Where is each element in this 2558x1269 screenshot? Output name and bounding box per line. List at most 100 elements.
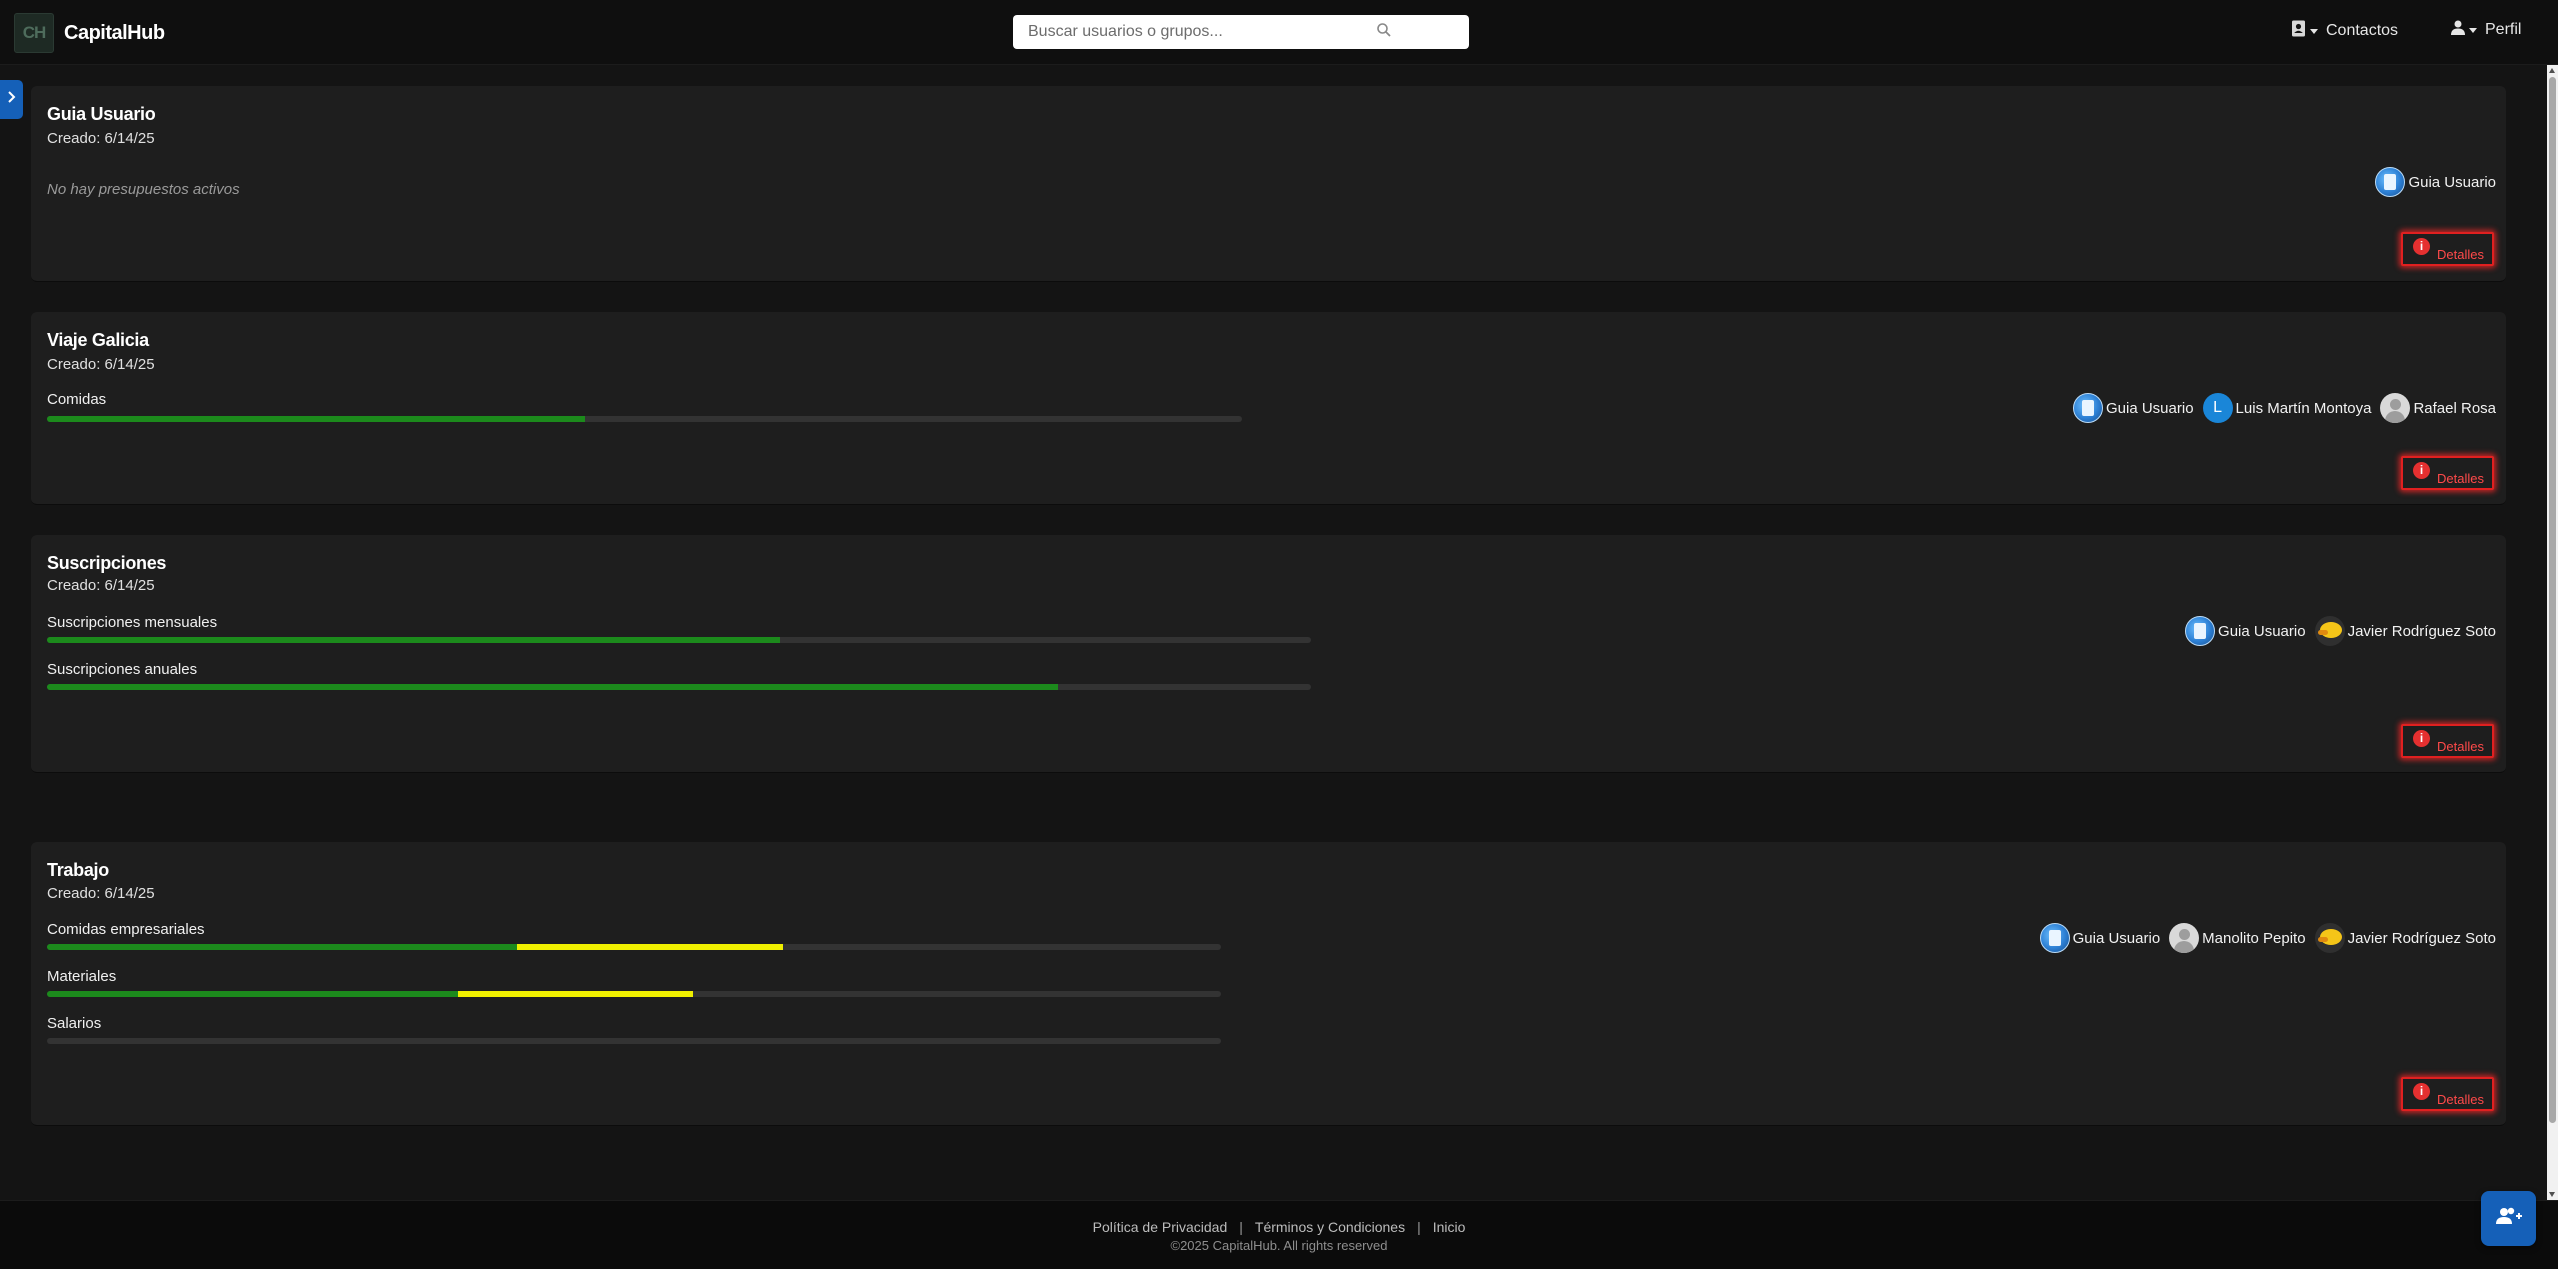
member-name: Guia Usuario: [2072, 929, 2161, 947]
group-created-date: Creado: 6/14/25: [47, 356, 155, 373]
vertical-scrollbar[interactable]: [2547, 65, 2558, 1200]
member-name: Javier Rodríguez Soto: [2347, 929, 2496, 947]
member-chip[interactable]: Guia Usuario: [2375, 167, 2496, 197]
member-name: Luis Martín Montoya: [2235, 399, 2372, 417]
add-user-fab-button[interactable]: [2481, 1191, 2536, 1246]
member-chip[interactable]: Javier Rodríguez Soto: [2314, 923, 2496, 953]
budget-progress-bar[interactable]: [47, 991, 1221, 997]
globe-avatar: [2039, 923, 2070, 953]
budget-name: Comidas: [47, 391, 107, 408]
brand-name: CapitalHub: [64, 21, 165, 44]
chevron-down-icon: [2310, 28, 2318, 34]
progress-fill-yellow: [457, 991, 693, 997]
member-chip[interactable]: L Luis Martín Montoya: [2202, 393, 2372, 423]
budget-progress-bar[interactable]: [47, 944, 1221, 950]
member-name: Manolito Pepito: [2202, 929, 2306, 947]
info-icon: i: [2413, 730, 2430, 747]
globe-avatar: [2185, 616, 2216, 646]
default-avatar: [2380, 393, 2411, 423]
scroll-up-arrow-icon[interactable]: [2549, 68, 2555, 73]
sidebar-toggle-button[interactable]: [0, 80, 23, 119]
group-title: Guia Usuario: [47, 104, 156, 124]
contacts-label: Contactos: [2326, 22, 2399, 39]
group-title: Viaje Galicia: [47, 330, 149, 350]
budget-progress-bar[interactable]: [47, 684, 1311, 690]
page-footer: Política de Privacidad | Términos y Condic…: [0, 1200, 2558, 1269]
group-card: Trabajo Creado: 6/14/25 Comidas empresar…: [31, 842, 2506, 1126]
group-created-date: Creado: 6/14/25: [47, 577, 155, 594]
scroll-down-arrow-icon[interactable]: [2549, 1192, 2555, 1197]
chevron-down-icon: [2469, 27, 2477, 33]
budget-name: Salarios: [47, 1015, 102, 1032]
group-card: Suscripciones Creado: 6/14/25 Suscripcio…: [31, 535, 2506, 773]
capitalhub-logo: CH: [14, 13, 54, 53]
group-members: Guia Usuario L Luis Martín Montoya Rafae…: [2064, 393, 2496, 423]
group-created-date: Creado: 6/14/25: [47, 130, 155, 147]
profile-dropdown[interactable]: Perfil: [2451, 20, 2521, 40]
details-button[interactable]: i Detalles: [2401, 1077, 2494, 1111]
no-budgets-note: No hay presupuestos activos: [47, 181, 240, 198]
logo-text: CH: [22, 23, 47, 42]
scrollbar-thumb[interactable]: [2549, 77, 2556, 1123]
progress-fill-green: [47, 684, 1059, 690]
group-card: Guia Usuario Creado: 6/14/25 No hay pres…: [31, 86, 2506, 282]
member-chip[interactable]: Guia Usuario: [2073, 393, 2194, 423]
footer-separator: |: [1417, 1219, 1421, 1235]
member-chip[interactable]: Manolito Pepito: [2169, 923, 2306, 953]
budget-name: Suscripciones mensuales: [47, 614, 218, 631]
member-chip[interactable]: Rafael Rosa: [2380, 393, 2496, 423]
budget-progress-bar[interactable]: [47, 416, 1242, 422]
details-button[interactable]: i Detalles: [2401, 456, 2494, 490]
budget-name: Suscripciones anuales: [47, 661, 198, 678]
privacy-policy-link[interactable]: Política de Privacidad: [1093, 1219, 1228, 1235]
chevron-right-icon: [7, 90, 17, 109]
letter-avatar: L: [2202, 393, 2233, 423]
footer-separator: |: [1239, 1219, 1243, 1235]
footer-links: Política de Privacidad | Términos y Condic…: [0, 1219, 2558, 1235]
member-chip[interactable]: Guia Usuario: [2039, 923, 2161, 953]
member-chip[interactable]: Javier Rodríguez Soto: [2314, 616, 2496, 646]
budget-name: Materiales: [47, 968, 117, 985]
terms-link[interactable]: Términos y Condiciones: [1255, 1219, 1405, 1235]
details-button[interactable]: i Detalles: [2401, 232, 2494, 266]
brand-link[interactable]: CH CapitalHub: [14, 13, 165, 53]
budget-progress-bar[interactable]: [47, 1038, 1221, 1044]
globe-avatar: [2375, 167, 2406, 197]
info-icon: i: [2413, 462, 2430, 479]
details-label: Detalles: [2437, 247, 2484, 262]
globe-avatar: [2073, 393, 2103, 423]
member-name: Guia Usuario: [2218, 622, 2306, 640]
top-navbar: CH CapitalHub Contactos Perfil: [0, 0, 2558, 65]
member-name: Guia Usuario: [2106, 399, 2194, 417]
details-button[interactable]: i Detalles: [2401, 724, 2494, 758]
member-name: Javier Rodríguez Soto: [2347, 622, 2496, 640]
budget-progress-bar[interactable]: [47, 637, 1311, 643]
profile-label: Perfil: [2485, 21, 2522, 38]
progress-fill-green: [47, 944, 517, 950]
group-title: Suscripciones: [47, 553, 167, 573]
member-chip[interactable]: Guia Usuario: [2185, 616, 2306, 646]
home-link[interactable]: Inicio: [1433, 1219, 1466, 1235]
progress-fill-green: [47, 416, 585, 422]
member-name: Rafael Rosa: [2413, 399, 2496, 417]
member-name: Guia Usuario: [2408, 173, 2496, 191]
group-members: Guia Usuario: [2366, 167, 2496, 197]
group-members: Guia Usuario Manolito Pepito Javier Rodr…: [2031, 923, 2496, 953]
details-label: Detalles: [2437, 471, 2484, 486]
duck-avatar: [2314, 616, 2345, 646]
contact-book-icon: [2291, 20, 2306, 42]
contacts-dropdown[interactable]: Contactos: [2291, 20, 2398, 42]
add-users-icon: [2495, 1206, 2522, 1231]
group-members: Guia Usuario Javier Rodríguez Soto: [2176, 616, 2496, 646]
progress-fill-yellow: [516, 944, 784, 950]
info-icon: i: [2413, 238, 2430, 255]
search-input[interactable]: [1013, 15, 1388, 49]
user-icon: [2451, 20, 2465, 40]
info-icon: i: [2413, 1083, 2430, 1100]
details-label: Detalles: [2437, 739, 2484, 754]
search-icon[interactable]: [1376, 22, 1396, 42]
search-bar: [1013, 15, 1469, 49]
details-label: Detalles: [2437, 1092, 2484, 1107]
duck-avatar: [2314, 923, 2345, 953]
progress-fill-green: [47, 637, 781, 643]
